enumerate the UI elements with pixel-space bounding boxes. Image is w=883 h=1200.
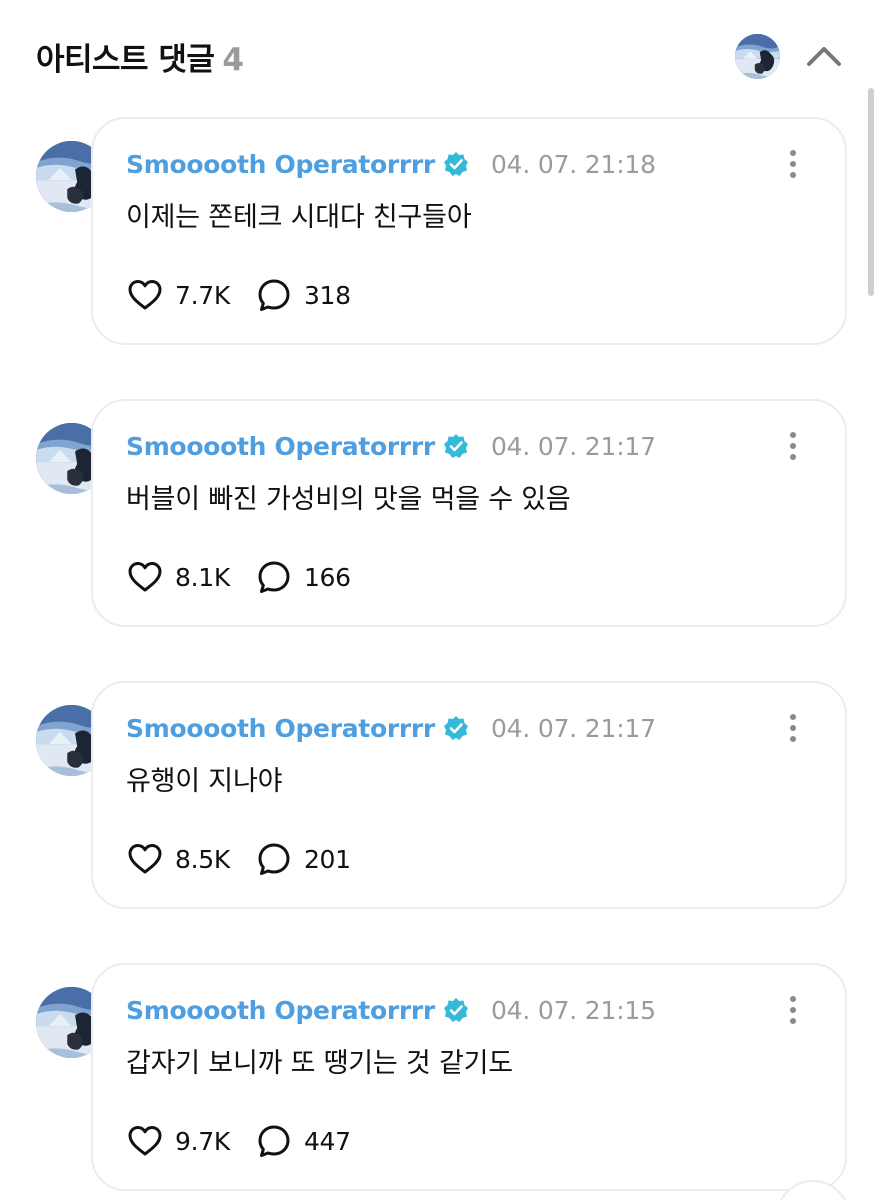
more-options-icon[interactable] bbox=[781, 429, 805, 463]
username[interactable]: Smooooth Operatorrrr bbox=[126, 150, 435, 179]
comment-text: 유행이 지나야 bbox=[126, 766, 283, 797]
section-title-text: 아티스트 댓글 bbox=[36, 42, 215, 78]
like-count: 7.7K bbox=[175, 280, 230, 310]
verified-badge-icon bbox=[443, 997, 469, 1023]
timestamp: 04. 07. 21:15 bbox=[490, 995, 656, 1025]
speech-bubble-icon bbox=[256, 277, 292, 313]
reply-button[interactable]: 447 bbox=[256, 1123, 351, 1159]
verified-badge-icon bbox=[443, 151, 469, 177]
comment-meta: Smooooth Operatorrrr 04. 07. 21:17 bbox=[126, 711, 656, 745]
comment-meta: Smooooth Operatorrrr 04. 07. 21:18 bbox=[126, 147, 656, 181]
comment-bubble: Smooooth Operatorrrr 04. 07. 21:15 갑자기 보… bbox=[91, 963, 847, 1191]
like-button[interactable]: 8.5K bbox=[127, 841, 230, 877]
like-button[interactable]: 8.1K bbox=[127, 559, 230, 595]
username[interactable]: Smooooth Operatorrrr bbox=[126, 432, 435, 461]
like-count: 9.7K bbox=[175, 1126, 230, 1156]
reply-button[interactable]: 318 bbox=[256, 277, 351, 313]
heart-icon bbox=[127, 277, 163, 313]
comment-actions: 8.1K 166 bbox=[127, 557, 351, 597]
comment-actions: 9.7K 447 bbox=[127, 1121, 351, 1161]
artist-comments-page: 아티스트 댓글 4 Smooooth Operatorrrr 04. 07. 2… bbox=[0, 0, 883, 1200]
comment-text: 이제는 쫀테크 시대다 친구들아 bbox=[126, 202, 472, 233]
timestamp: 04. 07. 21:17 bbox=[490, 713, 656, 743]
comment-item: Smooooth Operatorrrr 04. 07. 21:18 이제는 쫀… bbox=[36, 117, 847, 345]
timestamp: 04. 07. 21:17 bbox=[490, 431, 656, 461]
comment-text: 갑자기 보니까 또 땡기는 것 같기도 bbox=[126, 1048, 513, 1079]
speech-bubble-icon bbox=[256, 1123, 292, 1159]
comment-actions: 7.7K 318 bbox=[127, 275, 351, 315]
comment-bubble: Smooooth Operatorrrr 04. 07. 21:17 유행이 지… bbox=[91, 681, 847, 909]
speech-bubble-icon bbox=[256, 559, 292, 595]
heart-icon bbox=[127, 1123, 163, 1159]
profile-avatar-icon[interactable] bbox=[735, 34, 780, 79]
comment-bubble: Smooooth Operatorrrr 04. 07. 21:18 이제는 쫀… bbox=[91, 117, 847, 345]
reply-button[interactable]: 201 bbox=[256, 841, 351, 877]
comment-item: Smooooth Operatorrrr 04. 07. 21:17 유행이 지… bbox=[36, 681, 847, 909]
username[interactable]: Smooooth Operatorrrr bbox=[126, 714, 435, 743]
reply-button[interactable]: 166 bbox=[256, 559, 351, 595]
reply-count: 447 bbox=[303, 1126, 351, 1156]
reply-count: 166 bbox=[303, 562, 351, 592]
heart-icon bbox=[127, 559, 163, 595]
reply-count: 201 bbox=[303, 844, 351, 874]
comment-bubble: Smooooth Operatorrrr 04. 07. 21:17 버블이 빠… bbox=[91, 399, 847, 627]
chevron-up-icon[interactable] bbox=[803, 38, 845, 74]
like-button[interactable]: 9.7K bbox=[127, 1123, 230, 1159]
verified-badge-icon bbox=[443, 715, 469, 741]
more-options-icon[interactable] bbox=[781, 147, 805, 181]
more-options-icon[interactable] bbox=[781, 711, 805, 745]
comment-meta: Smooooth Operatorrrr 04. 07. 21:15 bbox=[126, 993, 656, 1027]
comment-actions: 8.5K 201 bbox=[127, 839, 351, 879]
heart-icon bbox=[127, 841, 163, 877]
comment-item: Smooooth Operatorrrr 04. 07. 21:17 버블이 빠… bbox=[36, 399, 847, 627]
speech-bubble-icon bbox=[256, 841, 292, 877]
like-button[interactable]: 7.7K bbox=[127, 277, 230, 313]
comment-text: 버블이 빠진 가성비의 맛을 먹을 수 있음 bbox=[126, 484, 571, 515]
header: 아티스트 댓글 4 bbox=[0, 0, 883, 115]
comment-count: 4 bbox=[222, 42, 244, 78]
comment-item: Smooooth Operatorrrr 04. 07. 21:15 갑자기 보… bbox=[36, 963, 847, 1191]
timestamp: 04. 07. 21:18 bbox=[490, 149, 656, 179]
comment-meta: Smooooth Operatorrrr 04. 07. 21:17 bbox=[126, 429, 656, 463]
like-count: 8.1K bbox=[175, 562, 230, 592]
more-options-icon[interactable] bbox=[781, 993, 805, 1027]
reply-count: 318 bbox=[303, 280, 351, 310]
username[interactable]: Smooooth Operatorrrr bbox=[126, 996, 435, 1025]
section-title: 아티스트 댓글 4 bbox=[36, 34, 244, 79]
scrollbar[interactable] bbox=[868, 88, 874, 296]
like-count: 8.5K bbox=[175, 844, 230, 874]
verified-badge-icon bbox=[443, 433, 469, 459]
